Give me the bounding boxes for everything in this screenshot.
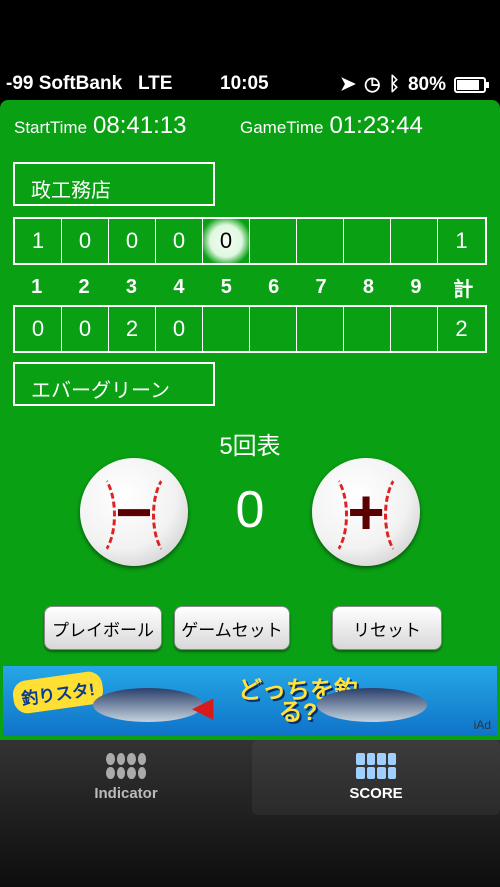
plus-icon: +: [347, 476, 385, 548]
inning-number: 計: [453, 278, 474, 301]
score-cell-top[interactable]: 1: [15, 219, 62, 263]
ad-banner[interactable]: 釣りスタ! ◀ どっちを釣る? ▶ iAd: [3, 666, 497, 736]
bluetooth-icon: ᛒ: [388, 73, 400, 95]
ad-brand: 釣りスタ!: [11, 669, 105, 716]
score-cell-bottom[interactable]: 0: [62, 307, 109, 351]
carrier-name: -99 SoftBank: [6, 73, 123, 94]
tab-bar: Indicator SCORE: [0, 740, 500, 887]
score-cell-top[interactable]: [297, 219, 344, 263]
location-icon: ➤: [340, 74, 356, 95]
team-top-name[interactable]: 政工務店: [13, 162, 215, 206]
start-time-value: 08:41:13: [93, 112, 187, 139]
status-right: ➤ ◷ ᛒ 80%: [340, 73, 489, 96]
arrow-left-icon: ◀: [193, 692, 213, 722]
network-type: LTE: [137, 73, 173, 94]
inning-number-row: 1 2 3 4 5 6 7 8 9 計: [13, 267, 487, 307]
tab-score[interactable]: SCORE: [252, 740, 500, 815]
team-bottom-name[interactable]: エバーグリーン: [13, 362, 215, 406]
inning-number: 6: [268, 275, 280, 298]
game-time-value: 01:23:44: [329, 112, 423, 139]
status-time: 10:05: [220, 73, 269, 94]
inning-number: 8: [362, 275, 375, 298]
inning-number: 9: [410, 275, 422, 298]
start-time: StartTime 08:41:13: [14, 112, 186, 140]
score-cell-bottom[interactable]: [344, 307, 391, 351]
top-score-row: 100001: [13, 217, 487, 265]
play-ball-button[interactable]: プレイボール: [44, 606, 162, 650]
tab-score-label: SCORE: [349, 785, 403, 802]
current-inning-label: 5回表: [219, 433, 281, 460]
bso-indicator-icon: [106, 753, 146, 779]
score-cell-bottom[interactable]: 0: [156, 307, 203, 351]
battery-percent: 80%: [407, 73, 446, 95]
scoreboard-icon: [356, 753, 396, 779]
tab-indicator-label: Indicator: [94, 785, 158, 802]
inning-number: 7: [315, 275, 327, 298]
reset-button[interactable]: リセット: [332, 606, 442, 650]
score-screen: StartTime 08:41:13 GameTime 01:23:44 政工務…: [0, 100, 500, 740]
status-bar: -99 SoftBank LTE 10:05 ➤ ◷ ᛒ 80%: [0, 68, 500, 100]
game-time-label: GameTime: [240, 118, 324, 137]
score-cell-top[interactable]: [391, 219, 438, 263]
score-cell-bottom[interactable]: 2: [438, 307, 485, 351]
score-cell-bottom[interactable]: 0: [15, 307, 62, 351]
score-cell-bottom[interactable]: [203, 307, 250, 351]
score-cell-bottom[interactable]: [297, 307, 344, 351]
inning-number: 3: [125, 275, 138, 298]
iad-badge: iAd: [473, 718, 491, 732]
score-cell-top[interactable]: 0: [62, 219, 109, 263]
game-time: GameTime 01:23:44: [240, 112, 423, 140]
score-cell-top[interactable]: [344, 219, 391, 263]
inning-number: 5: [220, 275, 232, 298]
inning-number: 1: [31, 275, 43, 298]
score-cell-top[interactable]: [250, 219, 297, 263]
score-cell-top[interactable]: 0: [203, 219, 250, 263]
bottom-score-row: 00202: [13, 305, 487, 353]
score-cell-bottom[interactable]: 2: [109, 307, 156, 351]
start-time-label: StartTime: [14, 118, 88, 137]
score-cell-top[interactable]: 1: [438, 219, 485, 263]
score-cell-bottom[interactable]: [391, 307, 438, 351]
alarm-icon: ◷: [363, 74, 381, 95]
run-counter: 0: [235, 481, 265, 539]
tuna-fish-icon: [93, 688, 203, 722]
tab-indicator[interactable]: Indicator: [2, 740, 250, 815]
inning-number: 4: [173, 275, 185, 298]
score-cell-top[interactable]: 0: [109, 219, 156, 263]
score-cell-top[interactable]: 0: [156, 219, 203, 263]
game-set-button[interactable]: ゲームセット: [174, 606, 290, 650]
bonito-fish-icon: [317, 688, 427, 722]
score-cell-bottom[interactable]: [250, 307, 297, 351]
battery-icon: [454, 76, 489, 93]
inning-number: 2: [78, 275, 90, 298]
carrier-info: -99 SoftBank LTE: [6, 73, 172, 95]
plus-button[interactable]: +: [312, 458, 420, 566]
